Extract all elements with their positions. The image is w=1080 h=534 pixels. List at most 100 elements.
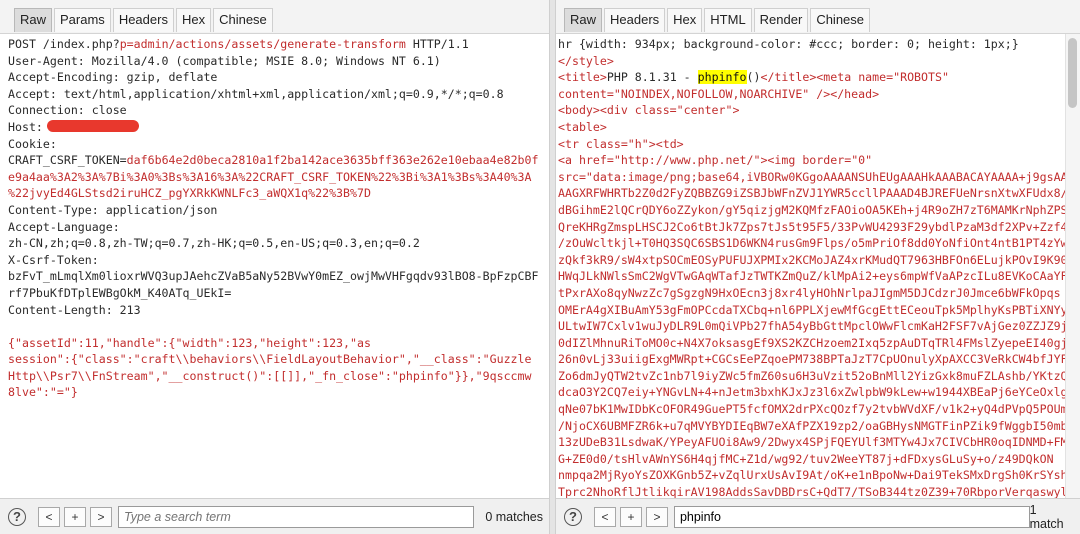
- code-segment: HTTP/1.1: [405, 37, 469, 51]
- request-tab-raw[interactable]: Raw: [14, 8, 53, 32]
- code-segment: Zo6dmJyQTW2tvZc1nb7l9iyZWc5fmZ60su6H3uVz…: [558, 368, 1068, 383]
- code-line: zh-CN,zh;q=0.8,zh-TW;q=0.7,zh-HK;q=0.5,e…: [8, 235, 549, 252]
- response-tab-raw[interactable]: Raw: [564, 8, 603, 32]
- code-segment: ><td>: [648, 136, 684, 151]
- code-segment: <title>: [558, 70, 607, 85]
- response-text: hr {width: 934px; background-color: #ccc…: [556, 34, 1080, 498]
- help-icon[interactable]: ?: [564, 507, 582, 526]
- code-segment: Http\\Psr7\\FnStream","__construct()":[[…: [8, 368, 532, 383]
- code-line: Http\\Psr7\\FnStream","__construct()":[[…: [8, 368, 549, 385]
- code-segment: bzFvT_mLmqlXm0lioxrWVQ3upJAehcZVaB5aNy52…: [8, 269, 539, 284]
- request-tab-bar: Raw Params Headers Hex Chinese: [0, 0, 549, 34]
- code-segment: class="h": [585, 136, 649, 151]
- code-line: qNe07bK1MwIDbKcOFOR49GuePT5fcfOMX2drPXcQ…: [558, 401, 1080, 418]
- code-segment: e9a4aa%3A2%3A%7Bi%3A0%3Bs%3A16%3A%22CRAF…: [8, 169, 532, 184]
- code-line: Accept-Encoding: gzip, deflate: [8, 69, 549, 86]
- code-segment: name="ROBOTS": [858, 70, 949, 85]
- code-line: hr {width: 934px; background-color: #ccc…: [558, 36, 1080, 53]
- code-line: Content-Type: application/json: [8, 202, 549, 219]
- code-segment: G+ZE0d0/tsHlvAWnYS6H4qjfMC+Z1d/wg92/tuv2…: [558, 451, 1054, 466]
- code-segment: Host:: [8, 119, 43, 134]
- response-editor[interactable]: hr {width: 934px; background-color: #ccc…: [556, 34, 1080, 498]
- response-tab-hex[interactable]: Hex: [667, 8, 703, 32]
- response-tab-bar: Raw Headers Hex HTML Render Chinese: [556, 0, 1080, 34]
- add-button[interactable]: +: [64, 506, 86, 527]
- code-line: dBGihmE2lQCrQDY6oZZykon/gY5qizjgM2KQMfzF…: [558, 202, 1080, 219]
- code-line: Cookie:: [8, 136, 549, 153]
- code-line: User-Agent: Mozilla/4.0 (compatible; MSI…: [8, 53, 549, 70]
- prev-match-button[interactable]: <: [593, 506, 616, 527]
- request-tab-chinese[interactable]: Chinese: [213, 8, 273, 32]
- code-segment: 8lve":"="}: [8, 385, 78, 400]
- code-segment: %22jvyEd4GLStsd2iruHCZ_pgYXRkKWNLFc3_aWQ…: [8, 186, 371, 201]
- code-segment: tPxrAXo8qyNwzZc7gSgzgN9HxOEcn3j8xr4lyHOh…: [558, 285, 1061, 300]
- redaction-mark: [46, 119, 139, 132]
- code-segment: src="data:image/png;base64,iVBORw0KGgoAA…: [558, 169, 1068, 184]
- scrollbar-thumb[interactable]: [1068, 38, 1077, 108]
- code-line: QreKHRgZmspLHSCJ2Co6tBtJk7Zps7tJs5t95F5/…: [558, 219, 1080, 236]
- code-segment: Accept-Language:: [8, 219, 120, 234]
- code-line: G+ZE0d0/tsHlvAWnYS6H4qjfMC+Z1d/wg92/tuv2…: [558, 451, 1080, 468]
- add-button[interactable]: +: [619, 506, 642, 527]
- response-tab-headers[interactable]: Headers: [604, 8, 666, 32]
- code-line: content="NOINDEX,NOFOLLOW,NOARCHIVE" /><…: [558, 86, 1080, 103]
- code-line: X-Csrf-Token:: [8, 252, 549, 269]
- response-tab-html[interactable]: HTML: [704, 8, 752, 32]
- code-segment: <tr: [558, 136, 586, 151]
- response-tab-render[interactable]: Render: [753, 8, 809, 32]
- code-segment: <table>: [558, 119, 607, 134]
- code-segment: border="0": [802, 153, 873, 168]
- response-scrollbar[interactable]: [1065, 34, 1080, 498]
- code-line: 0dIZlMhnuRiToMO0c+N4X7oksasgEf9XS2KZCHzo…: [558, 335, 1080, 352]
- code-line: src="data:image/png;base64,iVBORw0KGgoAA…: [558, 169, 1080, 186]
- code-line: Zo6dmJyQTW2tvZc1nb7l9iyZWc5fmZ60su6H3uVz…: [558, 368, 1080, 385]
- code-line: HWqJLkNWlsSmC2WgVTwGAqWTafJzTWTKZmQuZ/kl…: [558, 268, 1080, 285]
- code-segment: Cookie:: [8, 136, 57, 151]
- code-segment: rf7PbuKfDTplEWBgOkM_K40ATq_UEkI=: [8, 285, 232, 300]
- code-segment: class="center": [634, 103, 733, 118]
- code-segment: OMErA4gXIBuAmY53gFmOPCcdaTXCbq+nl6PPLXje…: [558, 302, 1068, 317]
- code-segment: POST /index.php?: [8, 37, 120, 51]
- code-segment: zQkf3kR9/sW4xtpSOCmEOSyPUFUJXPMIx2KCMoJA…: [558, 252, 1075, 267]
- code-line: /zOuWcltkjl+T0HQ3SQC6SBS1D6WKN4rusGm9Flp…: [558, 235, 1080, 252]
- code-line: POST /index.php?p=admin/actions/assets/g…: [8, 36, 549, 53]
- request-tab-headers[interactable]: Headers: [112, 8, 174, 32]
- code-segment: /zOuWcltkjl+T0HQ3SQC6SBS1D6WKN4rusGm9Flp…: [558, 236, 1068, 251]
- pane-splitter[interactable]: [549, 0, 556, 534]
- code-segment: PHP 8.1.31 -: [606, 70, 698, 85]
- prev-match-button[interactable]: <: [38, 506, 60, 527]
- request-match-count: 0 matches: [485, 509, 543, 524]
- code-line: Host:: [8, 119, 549, 136]
- code-line: e9a4aa%3A2%3A%7Bi%3A0%3Bs%3A16%3A%22CRAF…: [8, 169, 549, 186]
- request-search-bar: ? < + > 0 matches: [0, 498, 549, 534]
- code-segment: </style>: [558, 53, 614, 68]
- code-segment: p=admin/actions/assets/generate-transfor…: [119, 37, 406, 51]
- request-editor[interactable]: POST /index.php?p=admin/actions/assets/g…: [0, 34, 549, 498]
- code-line: nmpqa2MjRyoYsZOXKGnb5Z+vZqlUrxUsAvI9At/o…: [558, 467, 1080, 484]
- code-line: <a href="http://www.php.net/"><img borde…: [558, 152, 1080, 169]
- code-line: 26n0vLj33uiigExgMWRpt+CGCsEePZqoePM738BP…: [558, 351, 1080, 368]
- code-segment: zh-CN,zh;q=0.8,zh-TW;q=0.7,zh-HK;q=0.5,e…: [8, 236, 420, 251]
- code-line: OMErA4gXIBuAmY53gFmOPCcdaTXCbq+nl6PPLXje…: [558, 302, 1080, 319]
- next-match-button[interactable]: >: [645, 506, 668, 527]
- code-line: /NjoCX6UBMFZR6k+u7qMVYBYDIEqBW7eXAfPZX19…: [558, 418, 1080, 435]
- request-tab-params[interactable]: Params: [54, 8, 111, 32]
- response-search-input[interactable]: [673, 505, 1030, 528]
- request-search-input[interactable]: [118, 505, 474, 528]
- request-tab-hex[interactable]: Hex: [175, 8, 212, 32]
- code-segment: 26n0vLj33uiigExgMWRpt+CGCsEePZqoePM738BP…: [558, 352, 1068, 367]
- code-line: %22jvyEd4GLStsd2iruHCZ_pgYXRkKWNLFc3_aWQ…: [8, 185, 549, 202]
- code-line: bzFvT_mLmqlXm0lioxrWVQ3upJAehcZVaB5aNy52…: [8, 268, 549, 285]
- response-tab-chinese[interactable]: Chinese: [810, 8, 871, 32]
- code-segment: <body><div: [558, 103, 635, 118]
- next-match-button[interactable]: >: [90, 506, 112, 527]
- code-line: Accept: text/html,application/xhtml+xml,…: [8, 86, 549, 103]
- response-match-count: 1 match: [1029, 502, 1064, 531]
- help-icon[interactable]: ?: [8, 507, 26, 526]
- code-segment: >: [732, 103, 740, 118]
- code-segment: qNe07bK1MwIDbKcOFOR49GuePT5fcfOMX2drPXcQ…: [558, 402, 1068, 417]
- code-segment: QreKHRgZmspLHSCJ2Co6tBtJk7Zps7tJs5t95F5/…: [558, 219, 1068, 234]
- code-segment: href="http://www.php.net/": [578, 153, 761, 168]
- response-pane: Raw Headers Hex HTML Render Chinese hr {width…: [556, 0, 1080, 534]
